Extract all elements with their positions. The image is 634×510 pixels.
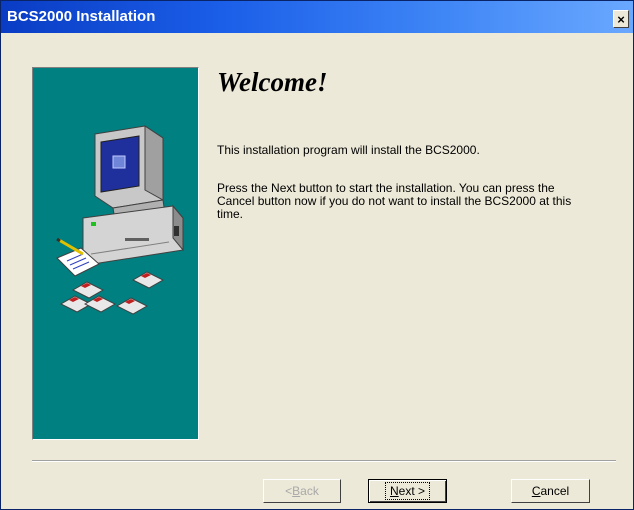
monitor-icon <box>94 125 166 221</box>
floppy-disks-icon <box>59 271 165 315</box>
cancel-button[interactable]: Cancel <box>511 479 590 503</box>
cancel-label: ancel <box>540 484 570 498</box>
window-title: BCS2000 Installation <box>7 8 156 25</box>
welcome-heading: Welcome! <box>217 67 328 97</box>
next-label: ext <box>398 484 415 498</box>
next-arrow-icon: > <box>414 484 426 498</box>
back-mnemonic: B <box>292 484 301 498</box>
title-bar[interactable]: BCS2000 Installation × <box>1 1 633 33</box>
back-label: ack <box>300 484 319 498</box>
installer-window: BCS2000 Installation × Welcome! This ins… <box>0 0 634 510</box>
back-arrow-icon: < <box>285 484 293 498</box>
close-icon: × <box>617 11 625 27</box>
back-button[interactable]: < Back <box>263 479 341 503</box>
next-button[interactable]: Next > <box>368 479 447 503</box>
instructions-text: Press the Next button to start the insta… <box>217 181 572 221</box>
close-button[interactable]: × <box>613 10 629 28</box>
cancel-mnemonic: C <box>531 484 541 498</box>
computer-setup-illustration <box>56 125 184 315</box>
next-mnemonic: N <box>389 484 399 498</box>
next-focus-ring: Next > <box>384 482 431 500</box>
computer-base-icon <box>82 204 184 265</box>
button-divider <box>32 460 616 462</box>
intro-text: This installation program will install t… <box>217 143 480 157</box>
welcome-side-panel <box>32 67 199 440</box>
